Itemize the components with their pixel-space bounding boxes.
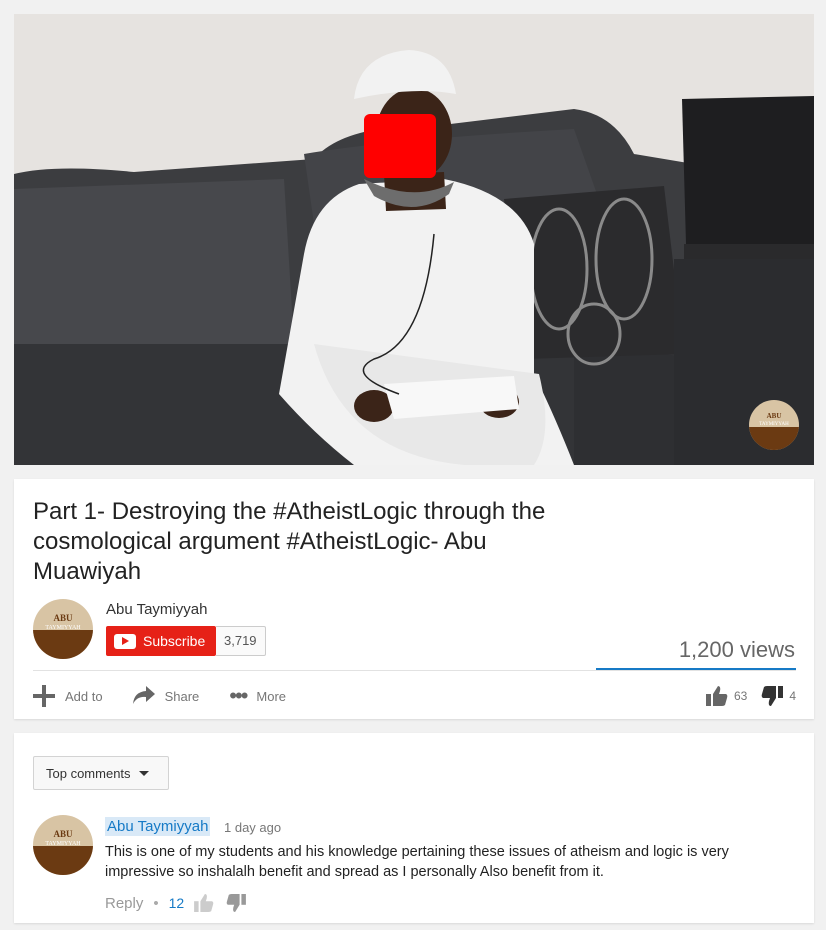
divider [33, 670, 796, 671]
more-label: More [256, 688, 287, 704]
add-to-label: Add to [65, 688, 103, 704]
channel-name[interactable]: Abu Taymiyyah [106, 601, 207, 618]
thumbs-down-icon[interactable] [226, 894, 247, 912]
add-to-button[interactable]: Add to [33, 685, 103, 707]
video-player[interactable]: ABU TAYMIYYAH [14, 14, 814, 465]
share-icon [132, 685, 155, 707]
comments-section: Top comments ABU TAYMIYYAH Abu Taymiyyah… [14, 733, 814, 923]
view-count: 1,200 views [678, 637, 795, 662]
comment-avatar[interactable]: ABU TAYMIYYAH [33, 815, 93, 875]
comment-actions: Reply • 12 [105, 894, 247, 912]
video-info-card: Part 1- Destroying the #AtheistLogic thr… [14, 479, 814, 719]
plus-icon [33, 685, 55, 707]
like-count: 63 [733, 689, 748, 703]
subscriber-count: 3,719 [216, 626, 266, 656]
thumbs-up-icon[interactable] [194, 894, 214, 912]
more-dots-icon: ••• [229, 683, 248, 708]
caret-down-icon [138, 770, 149, 776]
comment-time[interactable]: 1 day ago [224, 820, 281, 835]
video-frame [14, 14, 814, 465]
dislike-button[interactable]: 4 [761, 686, 796, 706]
youtube-icon [114, 633, 136, 649]
comment-like-count: 12 [168, 895, 185, 911]
action-bar: Add to Share ••• More 63 4 [33, 684, 796, 708]
comment-avatar-line1: ABU [53, 829, 73, 839]
like-button[interactable]: 63 [705, 686, 748, 706]
channel-avatar[interactable]: ABU TAYMIYYAH [33, 599, 93, 659]
comment-author[interactable]: Abu Taymiyyah [105, 817, 211, 836]
comment-avatar-line2: TAYMIYYAH [45, 841, 81, 847]
video-watermark: ABU TAYMIYYAH [749, 400, 799, 450]
reply-button[interactable]: Reply [105, 895, 143, 912]
watermark-line1: ABU [766, 412, 782, 420]
sort-label: Top comments [46, 765, 131, 781]
share-label: Share [164, 688, 200, 704]
comment-text: This is one of my students and his knowl… [105, 844, 729, 880]
thumbs-down-icon [761, 686, 784, 706]
dislike-count: 4 [789, 689, 796, 703]
subscribe-button[interactable]: Subscribe [106, 626, 216, 656]
more-button[interactable]: ••• More [229, 683, 287, 708]
thumbs-up-icon [705, 686, 728, 706]
video-title: Part 1- Destroying the #AtheistLogic thr… [33, 498, 546, 585]
avatar-line2: TAYMIYYAH [45, 625, 81, 631]
video-votes: 63 4 [692, 686, 796, 706]
subscribe-label: Subscribe [143, 633, 206, 649]
comments-sort-dropdown[interactable]: Top comments [33, 756, 169, 790]
separator-dot: • [153, 894, 159, 912]
watermark-line2: TAYMIYYAH [759, 422, 789, 427]
avatar-line1: ABU [53, 613, 73, 623]
share-button[interactable]: Share [132, 685, 200, 707]
